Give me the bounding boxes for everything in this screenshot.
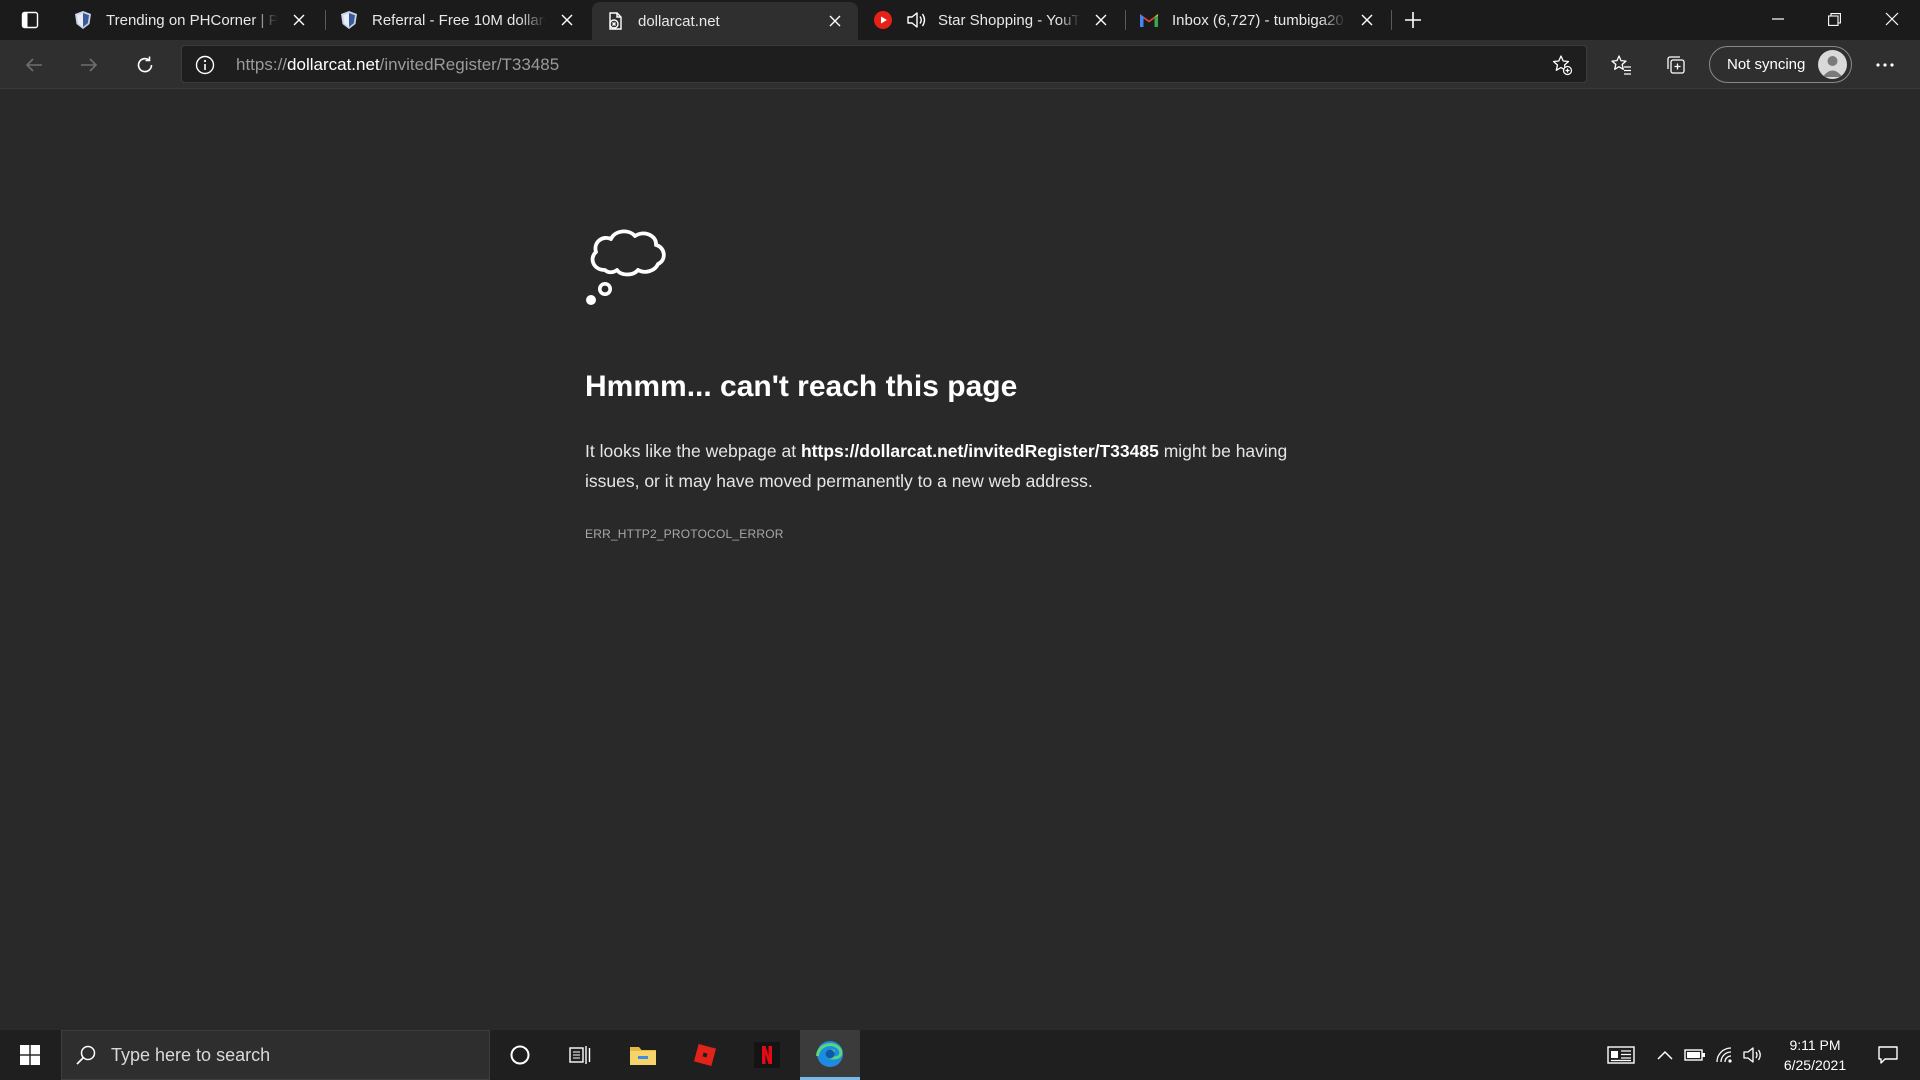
tab-dollarcat[interactable]: dollarcat.net: [592, 2, 858, 40]
broken-page-icon: [604, 10, 626, 32]
tab-phcorner[interactable]: Trending on PHCorner | Pinoy: [60, 0, 322, 40]
more-dots-icon: [1876, 63, 1894, 67]
refresh-button[interactable]: [128, 48, 162, 82]
close-icon[interactable]: [288, 9, 310, 31]
tab-strip: Trending on PHCorner | Pinoy Referral - …: [0, 0, 1920, 40]
file-explorer-icon: [630, 1047, 656, 1065]
star-plus-icon: [1552, 55, 1573, 76]
taskbar-search-box[interactable]: Type here to search: [61, 1030, 490, 1080]
notification-icon: [1878, 1046, 1898, 1064]
close-icon[interactable]: [556, 9, 578, 31]
error-url: https://dollarcat.net/invitedRegister/T3…: [800, 441, 1159, 461]
tab-actions-button[interactable]: [14, 6, 46, 34]
taskbar-clock[interactable]: 9:11 PM 6/25/2021: [1765, 1035, 1865, 1075]
settings-menu-button[interactable]: [1868, 48, 1902, 82]
roblox-icon: [693, 1043, 717, 1067]
search-icon: [76, 1045, 96, 1065]
minimize-icon: [1772, 18, 1784, 20]
plus-icon: [1405, 12, 1421, 28]
restore-icon: [1827, 12, 1841, 26]
volume-icon[interactable]: [1742, 1043, 1766, 1067]
refresh-icon: [137, 56, 153, 73]
chevron-up-icon[interactable]: [1653, 1043, 1677, 1067]
restore-button[interactable]: [1806, 0, 1862, 38]
task-view-icon: [569, 1046, 591, 1064]
gmail-icon: [1138, 9, 1160, 31]
cortana-button[interactable]: [490, 1030, 550, 1080]
back-arrow-icon: [25, 58, 42, 72]
close-icon: [1885, 12, 1899, 26]
clock-time: 9:11 PM: [1789, 1037, 1841, 1053]
wifi-icon[interactable]: [1713, 1043, 1737, 1067]
search-placeholder: Type here to search: [111, 1044, 271, 1065]
url-prefix: https://: [236, 55, 288, 74]
netflix-button[interactable]: [737, 1030, 797, 1080]
forward-arrow-icon: [81, 58, 98, 72]
battery-icon[interactable]: [1683, 1043, 1707, 1067]
error-description: It looks like the webpage at https://dol…: [585, 436, 1305, 496]
edge-taskbar-button[interactable]: [800, 1030, 860, 1080]
roblox-button[interactable]: [675, 1030, 735, 1080]
edge-icon: [816, 1040, 843, 1067]
windows-logo-icon: [20, 1045, 40, 1065]
favorites-button[interactable]: [1604, 48, 1638, 82]
browser-toolbar: https://dollarcat.net/invitedRegister/T3…: [0, 40, 1920, 89]
tab-title: Referral - Free 10M dollarcat: [372, 11, 546, 29]
tab-title: Trending on PHCorner | Pinoy: [106, 11, 278, 29]
tab-actions-icon: [21, 11, 39, 29]
forward-button[interactable]: [72, 48, 106, 82]
tab-gmail[interactable]: Inbox (6,727) - tumbiga2010: [1126, 0, 1390, 40]
action-center-button[interactable]: [1864, 1030, 1912, 1080]
collections-icon: [1667, 56, 1685, 74]
speaker-icon[interactable]: [906, 9, 928, 31]
cortana-icon: [510, 1045, 530, 1065]
close-icon[interactable]: [1090, 9, 1112, 31]
add-favorite-button[interactable]: [1550, 53, 1574, 77]
url-host: dollarcat.net: [287, 55, 380, 74]
url-text[interactable]: https://dollarcat.net/invitedRegister/T3…: [236, 55, 559, 75]
address-bar[interactable]: https://dollarcat.net/invitedRegister/T3…: [181, 45, 1587, 83]
tab-title: Star Shopping - YouTube: [938, 11, 1080, 29]
task-view-button[interactable]: [550, 1030, 610, 1080]
new-tab-button[interactable]: [1398, 6, 1428, 34]
site-info-icon[interactable]: [194, 54, 216, 76]
error-code: ERR_HTTP2_PROTOCOL_ERROR: [585, 527, 784, 541]
tab-youtube[interactable]: Star Shopping - YouTube: [860, 0, 1124, 40]
collections-button[interactable]: [1659, 48, 1693, 82]
news-interests-icon[interactable]: [1607, 1043, 1635, 1067]
tab-divider: [1391, 10, 1392, 30]
youtube-icon: [872, 9, 894, 31]
tab-referral[interactable]: Referral - Free 10M dollarcat: [326, 0, 590, 40]
close-icon[interactable]: [824, 10, 846, 32]
clock-date: 6/25/2021: [1783, 1057, 1847, 1073]
netflix-icon: [754, 1042, 780, 1068]
close-icon[interactable]: [1356, 9, 1378, 31]
error-heading: Hmmm... can't reach this page: [585, 370, 1018, 403]
phcorner-shield-icon: [338, 9, 360, 31]
url-path: /invitedRegister/T33485: [379, 55, 560, 74]
tab-title: dollarcat.net: [638, 12, 720, 30]
minimize-button[interactable]: [1750, 0, 1806, 38]
back-button[interactable]: [17, 48, 51, 82]
profile-sync-button[interactable]: Not syncing: [1709, 46, 1852, 83]
window-close-button[interactable]: [1864, 0, 1920, 38]
phcorner-shield-icon: [72, 9, 94, 31]
windows-taskbar: Type here to search 9:11 PM 6/25/2021: [0, 1030, 1920, 1080]
start-button[interactable]: [0, 1030, 60, 1080]
thought-cloud-icon: [586, 229, 666, 305]
error-desc-prefix: It looks like the webpage at: [585, 441, 801, 461]
error-page: Hmmm... can't reach this page It looks l…: [0, 90, 1920, 1030]
sync-status-label: Not syncing: [1727, 56, 1806, 73]
favorites-icon: [1611, 55, 1631, 75]
avatar: [1818, 50, 1847, 79]
file-explorer-button[interactable]: [613, 1030, 673, 1080]
tab-title: Inbox (6,727) - tumbiga2010: [1172, 11, 1346, 29]
